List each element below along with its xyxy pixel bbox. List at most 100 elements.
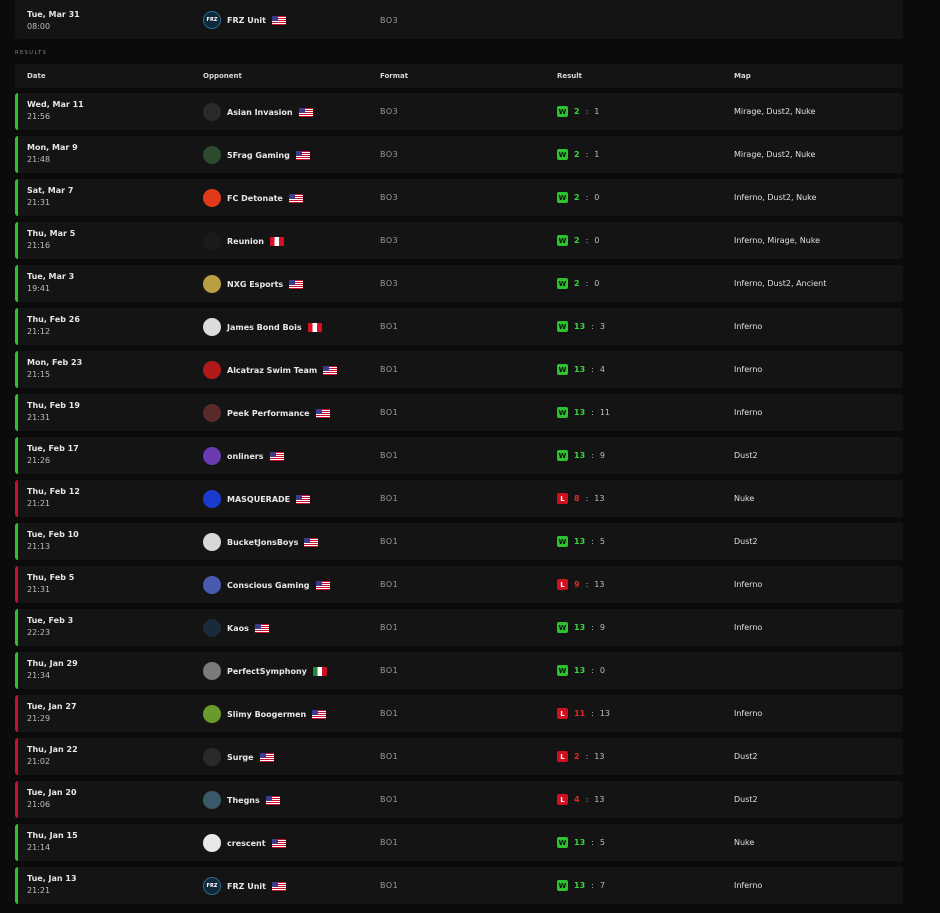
match-result: L 2:13 (557, 751, 604, 762)
opponent-cell[interactable]: Conscious Gaming (203, 575, 330, 595)
opponent-cell[interactable]: Thegns (203, 790, 280, 810)
match-row[interactable]: Tue, Feb 10 21:13 BucketJonsBoys BO1 W 13:5 Du… (15, 523, 903, 560)
opponent-cell[interactable]: BucketJonsBoys (203, 532, 319, 552)
score-separator: : (585, 150, 589, 159)
match-row[interactable]: Sat, Mar 7 21:31 FC Detonate BO3 W 2:0 Inferno… (15, 179, 903, 216)
match-time: 22:23 (27, 628, 51, 637)
match-row[interactable]: Tue, Feb 3 22:23 Kaos BO1 W 13:9 Inferno (15, 609, 903, 646)
match-format: BO1 (380, 451, 399, 460)
match-row[interactable]: Tue, Jan 27 21:29 Slimy Boogermen BO1 L 11:13… (15, 695, 903, 732)
match-row[interactable]: Thu, Feb 26 21:12 James Bond Bois BO1 W 13:3 I… (15, 308, 903, 345)
upcoming-match-row[interactable]: Tue, Mar 31 08:00 FRZ FRZ Unit BO3 (15, 0, 903, 39)
team-logo-icon (203, 232, 221, 250)
us-flag-icon (269, 451, 284, 461)
opponent-cell[interactable]: onliners (203, 446, 284, 466)
team-logo-icon (203, 533, 221, 551)
opponent-cell[interactable]: Surge (203, 747, 274, 767)
us-flag-icon (271, 881, 286, 891)
team-score: 13 (574, 408, 586, 417)
match-row[interactable]: Thu, Jan 15 21:14 crescent BO1 W 13:5 Nuke (15, 824, 903, 861)
us-flag-icon (254, 623, 269, 633)
match-date: Thu, Jan 29 (27, 659, 78, 668)
result-badge: L (557, 794, 568, 805)
match-date-cell: Thu, Mar 5 21:16 (27, 228, 75, 252)
match-row[interactable]: Thu, Feb 19 21:31 Peek Performance BO1 W 13:1… (15, 394, 903, 431)
us-flag-icon (271, 838, 286, 848)
match-row[interactable]: Thu, Jan 22 21:02 Surge BO1 L 2:13 Dust2 (15, 738, 903, 775)
opponent-cell[interactable]: FRZ FRZ Unit (203, 876, 286, 896)
match-format: BO1 (380, 666, 399, 675)
match-date: Sat, Mar 7 (27, 186, 74, 195)
us-flag-icon (265, 795, 280, 805)
match-date-cell: Tue, Jan 20 21:06 (27, 787, 77, 811)
us-flag-icon (289, 279, 304, 289)
us-flag-icon (259, 752, 274, 762)
match-row[interactable]: Tue, Jan 20 21:06 Thegns BO1 L 4:13 Dust2 (15, 781, 903, 818)
match-result: W 13:9 (557, 450, 605, 461)
opponent-cell[interactable]: crescent (203, 833, 286, 853)
opponent-cell[interactable]: Alcatraz Swim Team (203, 360, 338, 380)
match-row[interactable]: Wed, Mar 11 21:56 Asian Invasion BO3 W 2:1 Mir… (15, 93, 903, 130)
opponent-score: 9 (599, 623, 605, 632)
result-badge: W (557, 407, 568, 418)
match-time: 08:00 (27, 22, 51, 31)
match-result: W2:1 (557, 106, 599, 117)
opponent-cell[interactable]: Slimy Boogermen (203, 704, 327, 724)
opponent-cell[interactable]: Peek Performance (203, 403, 330, 423)
team-score: 13 (574, 881, 586, 890)
match-maps: Inferno (734, 709, 763, 718)
opponent-cell[interactable]: NXG Esports (203, 274, 304, 294)
opponent-cell[interactable]: PerfectSymphony (203, 661, 327, 681)
team-score: 11 (574, 709, 586, 718)
score-separator: : (591, 537, 594, 546)
match-row[interactable]: Tue, Jan 13 21:21 FRZ FRZ Unit BO1 W 13:7 Infer… (15, 867, 903, 904)
match-time: 21:12 (27, 327, 51, 336)
match-row[interactable]: Thu, Mar 5 21:16 Reunion BO3 W 2:0 Inferno, Mi… (15, 222, 903, 259)
score-separator: : (591, 709, 594, 718)
match-maps: Dust2 (734, 451, 758, 460)
result-indicator-bar (15, 738, 18, 775)
match-result: W 13:5 (557, 536, 605, 547)
team-logo-icon (203, 404, 221, 422)
opponent-name: crescent (227, 838, 266, 848)
match-row[interactable]: Tue, Feb 17 21:26 onliners BO1 W 13:9 Dust2 (15, 437, 903, 474)
result-badge: W (557, 837, 568, 848)
opponent-cell[interactable]: Kaos (203, 618, 269, 638)
team-logo-icon (203, 748, 221, 766)
match-date-cell: Thu, Feb 19 21:31 (27, 400, 80, 424)
match-row[interactable]: Thu, Jan 29 21:34 PerfectSymphony BO1 W 13:0 (15, 652, 903, 689)
opponent-score: 5 (599, 838, 605, 847)
match-row[interactable]: Tue, Mar 3 19:41 NXG Esports BO3 W 2:0 Inferno… (15, 265, 903, 302)
match-row[interactable]: Mon, Mar 9 21:48 5Frag Gaming BO3 W 2:1 Mirage… (15, 136, 903, 173)
opponent-cell[interactable]: MASQUERADE (203, 489, 311, 509)
opponent-score: 7 (599, 881, 605, 890)
opponent-cell[interactable]: Reunion (203, 231, 284, 251)
opponent-cell[interactable]: 5Frag Gaming (203, 145, 310, 165)
opponent-cell[interactable]: FRZ FRZ Unit (203, 10, 286, 30)
result-badge: W (557, 450, 568, 461)
team-score: 2 (574, 279, 580, 288)
match-row[interactable]: Mon, Feb 23 21:15 Alcatraz Swim Team BO1 W 13… (15, 351, 903, 388)
opponent-cell[interactable]: James Bond Bois (203, 317, 322, 337)
opponent-cell[interactable]: Asian Invasion (203, 102, 313, 122)
opponent-name: Alcatraz Swim Team (227, 365, 318, 375)
opponent-cell[interactable]: FC Detonate (203, 188, 303, 208)
opponent-name: Surge (227, 752, 254, 762)
team-logo-icon (203, 361, 221, 379)
match-date: Thu, Jan 15 (27, 831, 78, 840)
us-flag-icon (288, 193, 303, 203)
match-date: Mon, Mar 9 (27, 143, 78, 152)
match-date-cell: Wed, Mar 11 21:56 (27, 99, 84, 123)
opponent-score: 9 (599, 451, 605, 460)
match-format: BO1 (380, 838, 399, 847)
match-date-cell: Sat, Mar 7 21:31 (27, 185, 73, 209)
team-score: 2 (574, 107, 580, 116)
match-row[interactable]: Thu, Feb 12 21:21 MASQUERADE BO1 L 8:13 Nuke (15, 480, 903, 517)
result-badge: L (557, 493, 568, 504)
match-result: W2:1 (557, 149, 599, 160)
score-separator: : (591, 365, 594, 374)
mexico-flag-icon (312, 666, 327, 676)
match-row[interactable]: Thu, Feb 5 21:31 Conscious Gaming BO1 L 9:13 I… (15, 566, 903, 603)
match-result: W2:0 (557, 235, 599, 246)
us-flag-icon (298, 107, 313, 117)
